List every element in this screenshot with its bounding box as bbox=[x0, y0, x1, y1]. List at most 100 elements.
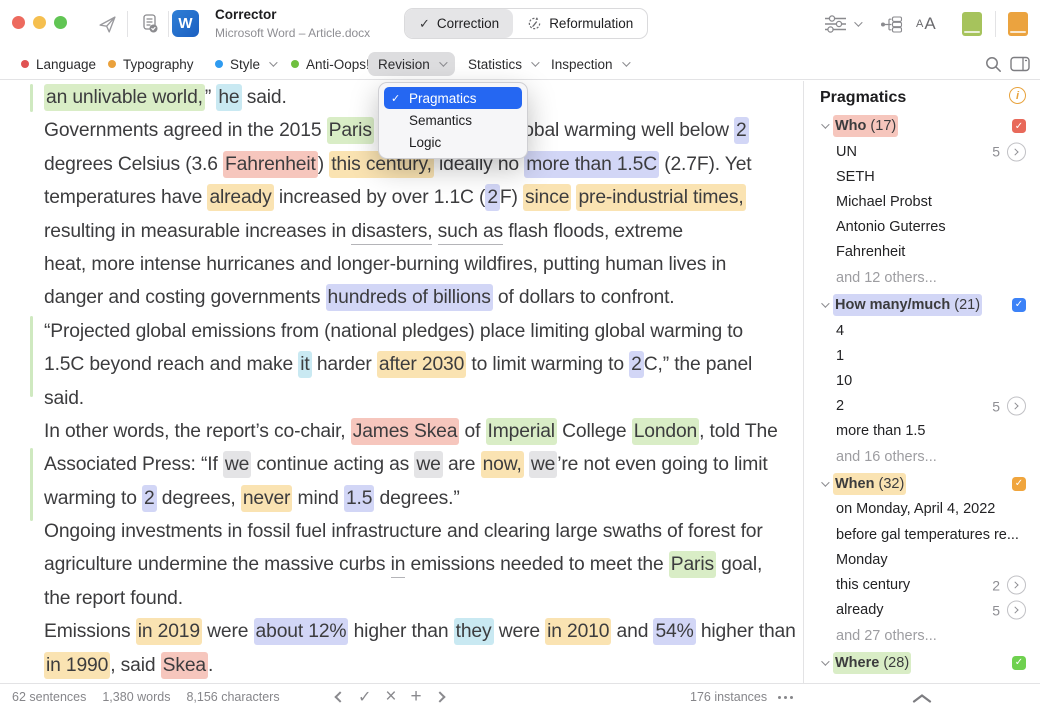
annotated-text[interactable]: 2 bbox=[142, 485, 157, 512]
sidebar-item[interactable]: 25 bbox=[804, 394, 1040, 419]
annotated-text[interactable]: Paris bbox=[669, 551, 716, 578]
toggle-sidebar-button[interactable] bbox=[1010, 48, 1030, 80]
annotated-text[interactable]: already bbox=[207, 184, 273, 211]
annotated-text[interactable]: it bbox=[298, 351, 311, 378]
sidebar-item[interactable]: Fahrenheit bbox=[804, 240, 1040, 265]
annotated-text[interactable]: Fahrenheit bbox=[223, 151, 318, 178]
annotated-text[interactable]: 2 bbox=[485, 184, 500, 211]
annotated-text[interactable]: disasters, bbox=[351, 218, 432, 245]
annotated-text[interactable]: since bbox=[523, 184, 571, 211]
sidebar-item[interactable]: UN5 bbox=[804, 139, 1040, 164]
collapse-panel-button[interactable] bbox=[912, 692, 932, 706]
annotated-text[interactable]: he bbox=[216, 84, 241, 111]
section-checkbox[interactable]: ✓ bbox=[1012, 477, 1026, 491]
annotated-text[interactable]: we bbox=[223, 451, 251, 478]
annotated-text[interactable]: we bbox=[529, 451, 557, 478]
menu-language[interactable]: Language bbox=[13, 48, 104, 80]
section-checkbox[interactable]: ✓ bbox=[1012, 656, 1026, 670]
show-more-item[interactable]: and 12 others... bbox=[804, 265, 1040, 292]
zoom-button[interactable] bbox=[54, 16, 67, 29]
annotated-text[interactable]: they bbox=[454, 618, 494, 645]
search-button[interactable] bbox=[985, 48, 1002, 80]
section-header-how-many-much[interactable]: How many/much (21)✓ bbox=[804, 292, 1040, 318]
show-more-item[interactable]: and 27 others... bbox=[804, 623, 1040, 650]
green-dictionary-button[interactable] bbox=[962, 0, 982, 48]
sidebar-item[interactable]: 10 bbox=[804, 368, 1040, 393]
sidebar-item[interactable]: Monday bbox=[804, 547, 1040, 572]
outline-button[interactable] bbox=[880, 0, 903, 48]
close-button[interactable] bbox=[12, 16, 25, 29]
annotated-text[interactable]: 54% bbox=[653, 618, 695, 645]
previous-button[interactable] bbox=[334, 691, 345, 702]
menu-item-pragmatics[interactable]: ✓ Pragmatics bbox=[384, 87, 522, 109]
annotated-text[interactable]: in 2010 bbox=[545, 618, 611, 645]
section-checkbox[interactable]: ✓ bbox=[1012, 298, 1026, 312]
tab-reformulation[interactable]: Reformulation bbox=[513, 9, 647, 38]
document-pane[interactable]: an unlivable world,” he said.Governments… bbox=[0, 81, 803, 683]
occurrence-badge[interactable]: 5 bbox=[992, 601, 1026, 620]
sidebar-item[interactable]: this century2 bbox=[804, 572, 1040, 597]
annotated-text[interactable]: we bbox=[414, 451, 442, 478]
annotated-text[interactable]: in 1990 bbox=[44, 652, 110, 679]
orange-guide-button[interactable] bbox=[1008, 0, 1028, 48]
annotated-text[interactable]: pre-industrial times, bbox=[576, 184, 745, 211]
sidebar-item[interactable]: 4 bbox=[804, 318, 1040, 343]
occurrence-badge[interactable]: 5 bbox=[992, 397, 1026, 416]
section-header-where[interactable]: Where (28)✓ bbox=[804, 650, 1040, 676]
annotated-text[interactable]: more than 1.5C bbox=[524, 151, 659, 178]
expand-circle-icon[interactable] bbox=[1007, 397, 1026, 416]
occurrence-badge[interactable]: 2 bbox=[992, 576, 1026, 595]
sidebar-item[interactable]: SETH bbox=[804, 164, 1040, 189]
info-icon[interactable]: i bbox=[1009, 87, 1026, 104]
sidebar-item[interactable]: more than 1.5 bbox=[804, 419, 1040, 444]
annotated-text[interactable]: James Skea bbox=[351, 418, 460, 445]
annotated-text[interactable]: Skea bbox=[161, 652, 208, 679]
copy-corrections-button[interactable] bbox=[135, 0, 163, 48]
sidebar-item[interactable]: already5 bbox=[804, 598, 1040, 623]
menu-typography[interactable]: Typography bbox=[100, 48, 202, 80]
expand-circle-icon[interactable] bbox=[1007, 576, 1026, 595]
expand-circle-icon[interactable] bbox=[1007, 601, 1026, 620]
show-more-item[interactable]: and 16 others... bbox=[804, 444, 1040, 471]
sidebar-item[interactable]: on Monday, April 4, 2022 bbox=[804, 497, 1040, 522]
menu-revision[interactable]: Revision bbox=[368, 52, 455, 76]
annotated-text[interactable]: London bbox=[632, 418, 699, 445]
annotated-text[interactable]: 1.5 bbox=[344, 485, 374, 512]
accept-button[interactable]: ✓ bbox=[358, 687, 371, 707]
sidebar-item[interactable]: before gal temperatures re... bbox=[804, 522, 1040, 547]
section-checkbox[interactable]: ✓ bbox=[1012, 119, 1026, 133]
sidebar-item[interactable]: Antonio Guterres bbox=[804, 215, 1040, 240]
annotated-text[interactable]: in bbox=[391, 551, 406, 578]
annotated-text[interactable]: never bbox=[241, 485, 292, 512]
send-button[interactable] bbox=[96, 0, 118, 48]
sidebar-item[interactable]: 1 bbox=[804, 343, 1040, 368]
tab-correction[interactable]: ✓ Correction bbox=[405, 9, 513, 38]
annotated-text[interactable]: hundreds of billions bbox=[326, 284, 493, 311]
annotated-text[interactable]: now, bbox=[481, 451, 524, 478]
occurrence-badge[interactable]: 5 bbox=[992, 142, 1026, 161]
menu-item-logic[interactable]: Logic bbox=[384, 131, 522, 153]
menu-statistics[interactable]: Statistics bbox=[460, 48, 545, 80]
menu-anti-oops[interactable]: Anti-Oops! bbox=[283, 48, 378, 80]
menu-inspection[interactable]: Inspection bbox=[543, 48, 636, 80]
annotated-text[interactable]: such as bbox=[438, 218, 503, 245]
annotated-text[interactable]: Imperial bbox=[486, 418, 557, 445]
add-button[interactable]: + bbox=[411, 686, 422, 708]
annotated-text[interactable]: 2 bbox=[629, 351, 644, 378]
section-header-who[interactable]: Who (17)✓ bbox=[804, 113, 1040, 139]
more-options-button[interactable] bbox=[778, 684, 793, 709]
annotated-text[interactable]: an unlivable world, bbox=[44, 84, 205, 111]
annotated-text[interactable]: after 2030 bbox=[377, 351, 466, 378]
settings-button[interactable] bbox=[824, 0, 860, 48]
annotated-text[interactable]: 2 bbox=[734, 117, 749, 144]
expand-circle-icon[interactable] bbox=[1007, 142, 1026, 161]
section-header-when[interactable]: When (32)✓ bbox=[804, 471, 1040, 497]
annotated-text[interactable]: Paris bbox=[327, 117, 374, 144]
annotated-text[interactable]: about 12% bbox=[254, 618, 349, 645]
menu-item-semantics[interactable]: Semantics bbox=[384, 109, 522, 131]
annotated-text[interactable]: in 2019 bbox=[136, 618, 202, 645]
menu-style[interactable]: Style bbox=[207, 48, 283, 80]
reject-button[interactable]: × bbox=[385, 686, 396, 708]
next-button[interactable] bbox=[434, 691, 445, 702]
minimize-button[interactable] bbox=[33, 16, 46, 29]
